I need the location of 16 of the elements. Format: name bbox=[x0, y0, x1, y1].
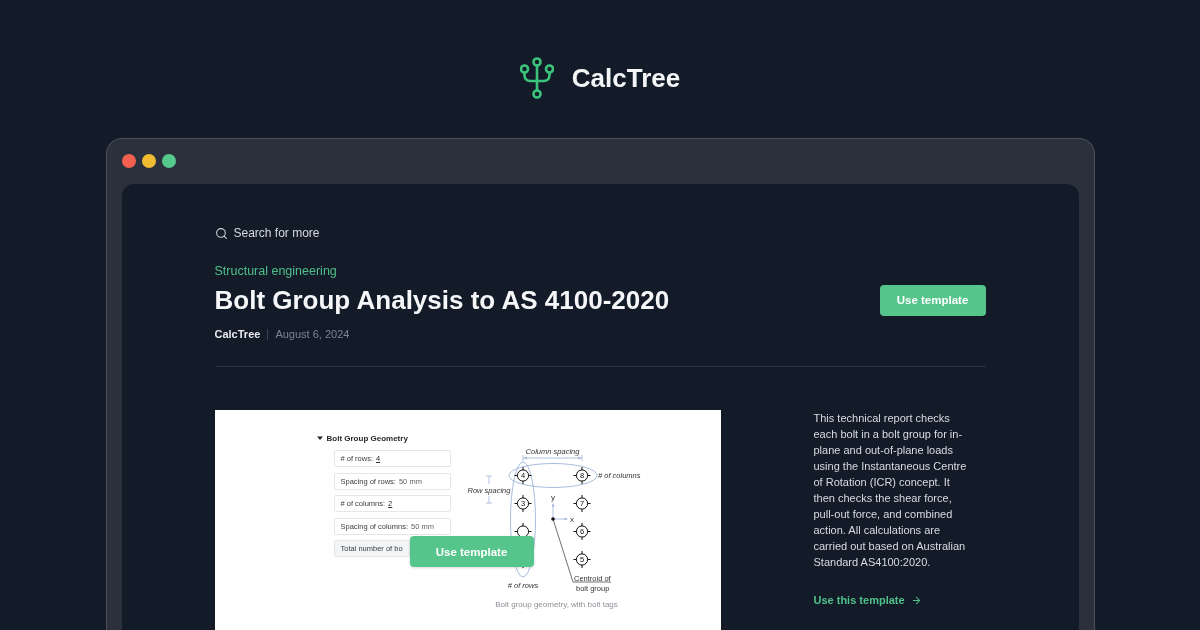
search-icon bbox=[214, 226, 228, 240]
section-heading: Bolt Group Geometry bbox=[326, 433, 408, 443]
use-this-template-link[interactable]: Use this template bbox=[813, 594, 922, 606]
brand-name: CalcTree bbox=[571, 63, 681, 93]
author-name: CalcTree bbox=[214, 327, 261, 341]
publish-date: August 6, 2024 bbox=[275, 327, 350, 341]
category-label: Structural engineering bbox=[214, 263, 337, 279]
arrow-right-icon bbox=[910, 594, 922, 606]
search-link[interactable]: Search for more bbox=[214, 225, 320, 241]
axis-label: y bbox=[550, 493, 555, 502]
caret-down-icon[interactable] bbox=[316, 435, 323, 441]
tree-logo-icon bbox=[519, 57, 554, 99]
description-text: This technical report checks each bolt in a bolt group for in-plane and out-of-plane loads using the Instantaneous Centre of Rotation (ICR) concept. It then checks the shear force, pull-out force, and combined action. All calculations are carried out based on Australian Standard AS4100:2020. bbox=[813, 411, 968, 570]
axis-label: x bbox=[569, 515, 574, 524]
page-title: Bolt Group Analysis to AS 4100-2020 bbox=[214, 284, 670, 316]
figure-caption: Bolt group geometry, with bolt tags bbox=[495, 600, 618, 610]
